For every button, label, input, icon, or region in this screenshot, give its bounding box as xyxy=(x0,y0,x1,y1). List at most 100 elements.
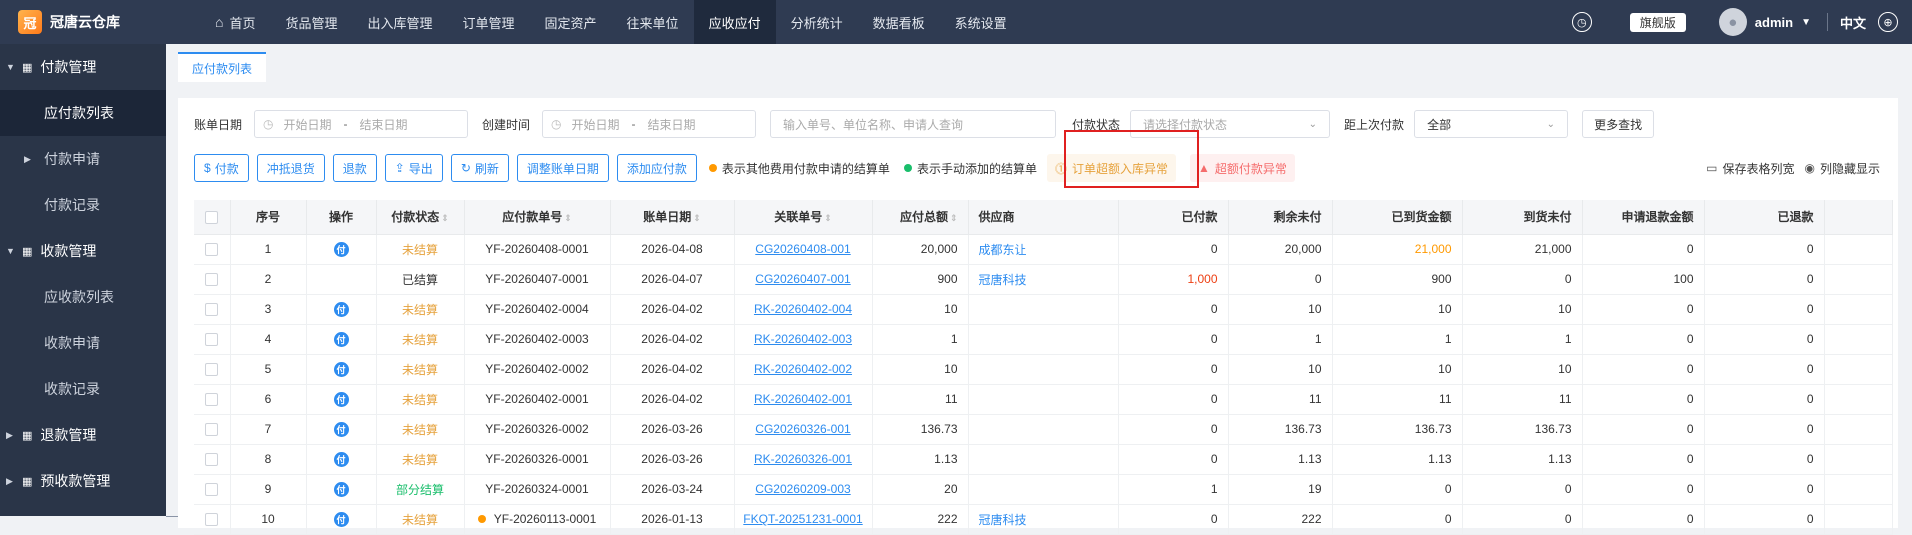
nav-analysis[interactable]: 分析统计 xyxy=(776,0,858,44)
nav-partners[interactable]: 往来单位 xyxy=(612,0,694,44)
pay-action-icon[interactable]: 付 xyxy=(333,451,349,467)
bill-date-range[interactable]: ◷ 开始日期 - 结束日期 xyxy=(254,110,469,138)
search-input[interactable]: 输入单号、单位名称、申请人查询 xyxy=(770,110,1057,138)
language-switch[interactable]: 中文 xyxy=(1840,13,1866,32)
app-logo[interactable]: 冠 冠唐云仓库 xyxy=(0,0,166,44)
table-row[interactable]: 1 付 未结算 YF-20260408-0001 2026-04-08 CG2026040… xyxy=(194,234,1893,265)
pay-action-icon[interactable]: 付 xyxy=(333,361,349,377)
add-payable-button[interactable]: 添加应付款 xyxy=(616,154,697,182)
row-checkbox[interactable] xyxy=(194,324,231,355)
refund-button[interactable]: 退款 xyxy=(332,154,377,182)
sidebar-item-receipt-apply[interactable]: 收款申请 xyxy=(0,320,166,366)
row-checkbox[interactable] xyxy=(194,234,231,265)
user-name[interactable]: admin xyxy=(1755,15,1793,30)
supplier-link[interactable]: 成都东让 xyxy=(979,243,1027,257)
pay-action-icon[interactable]: 付 xyxy=(333,481,349,497)
table-row[interactable]: 4 付 未结算 YF-20260402-0003 2026-04-02 RK-202604… xyxy=(194,324,1893,355)
related-order-text[interactable]: RK-20260402-001 xyxy=(754,392,852,406)
export-button[interactable]: ⇪ 导出 xyxy=(384,154,443,182)
nav-receivable-payable[interactable]: 应收应付 xyxy=(693,0,776,44)
more-search-button[interactable]: 更多查找 xyxy=(1582,110,1655,138)
column-header-sortable[interactable]: 账单日期 ⇕ xyxy=(610,200,735,235)
supplier-link[interactable]: 冠唐科技 xyxy=(979,513,1027,527)
pay-action-icon[interactable]: 付 xyxy=(333,241,349,257)
caret-down-icon[interactable]: ▼ xyxy=(1801,17,1811,28)
offset-return-button[interactable]: 冲抵退货 xyxy=(256,154,325,182)
nav-inout[interactable]: 出入库管理 xyxy=(353,0,448,44)
table-row[interactable]: 5 付 未结算 YF-20260402-0002 2026-04-02 RK-202604… xyxy=(194,354,1893,385)
last-pay-select[interactable]: 全部 ⌄ xyxy=(1414,110,1569,138)
table-row[interactable]: 6 付 未结算 YF-20260402-0001 2026-04-02 RK-202604… xyxy=(194,384,1893,415)
related-order-link[interactable]: RK-20260402-004 xyxy=(734,294,873,325)
row-checkbox[interactable] xyxy=(194,354,231,385)
related-order-text[interactable]: RK-20260326-001 xyxy=(754,452,852,466)
save-column-width-button[interactable]: 保存表格列宽 xyxy=(1722,160,1794,177)
nav-orders[interactable]: 订单管理 xyxy=(448,0,530,44)
related-order-link[interactable]: RK-20260402-003 xyxy=(734,324,873,355)
avatar[interactable]: ● xyxy=(1718,8,1747,36)
sidebar-item-payment-apply[interactable]: ▶ 付款申请 xyxy=(0,136,166,182)
over-pay-alert[interactable]: ▲ 超额付款异常 xyxy=(1189,154,1295,182)
nav-home[interactable]: ⌂ 首页 xyxy=(200,0,270,44)
related-order-link[interactable]: RK-20260326-001 xyxy=(734,444,873,475)
pay-action-icon[interactable]: 付 xyxy=(333,421,349,437)
related-order-text[interactable]: RK-20260402-002 xyxy=(754,362,852,376)
sidebar-item-receipt-record[interactable]: 收款记录 xyxy=(0,366,166,412)
related-order-link[interactable]: CG20260209-003 xyxy=(734,474,873,505)
pay-action-icon[interactable]: 付 xyxy=(333,301,349,317)
refresh-button[interactable]: ↻ 刷新 xyxy=(450,154,509,182)
sidebar-item-payable-list[interactable]: 应付款列表 xyxy=(0,90,166,136)
select-all-checkbox[interactable] xyxy=(194,200,231,235)
related-order-link[interactable]: RK-20260402-002 xyxy=(734,354,873,385)
related-order-link[interactable]: CG20260408-001 xyxy=(734,234,873,265)
sidebar-item-payment-record[interactable]: 付款记录 xyxy=(0,182,166,228)
tab-payable-list[interactable]: 应付款列表 xyxy=(178,52,267,82)
row-checkbox[interactable] xyxy=(194,414,231,445)
table-row[interactable]: 9 付 部分结算 YF-20260324-0001 2026-03-24 CG202602… xyxy=(194,474,1893,505)
column-header-sortable[interactable]: 付款状态 ⇕ xyxy=(376,200,465,235)
table-row[interactable]: 10 付 未结算 YF-20260113-0001 2026-01-13 FKQT-202… xyxy=(194,504,1893,535)
row-checkbox[interactable] xyxy=(194,264,231,295)
clock-icon[interactable]: ◷ xyxy=(1571,12,1592,32)
nav-settings[interactable]: 系统设置 xyxy=(940,0,1022,44)
pay-action-icon[interactable]: 付 xyxy=(333,511,349,527)
create-time-range[interactable]: ◷ 开始日期 - 结束日期 xyxy=(542,110,757,138)
globe-icon[interactable]: ⊕ xyxy=(1878,12,1898,32)
sidebar-item-receivable-list[interactable]: 应收款列表 xyxy=(0,274,166,320)
sidebar-group-payment[interactable]: ▼ ▦ 付款管理 xyxy=(0,44,166,90)
table-row[interactable]: 8 付 未结算 YF-20260326-0001 2026-03-26 RK-202603… xyxy=(194,444,1893,475)
table-row[interactable]: 2 已结算 YF-20260407-0001 2026-04-07 CG20260407… xyxy=(194,264,1893,295)
related-order-text[interactable]: CG20260407-001 xyxy=(755,272,850,286)
pay-action-icon[interactable]: 付 xyxy=(333,391,349,407)
related-order-text[interactable]: FKQT-20251231-0001 xyxy=(743,512,862,526)
row-checkbox[interactable] xyxy=(194,444,231,475)
related-order-text[interactable]: RK-20260402-003 xyxy=(754,332,852,346)
sidebar-group-prepayment[interactable]: ▶ ▦ 预收款管理 xyxy=(0,458,166,504)
supplier-link[interactable]: 冠唐科技 xyxy=(979,273,1027,287)
sidebar-group-receipt[interactable]: ▼ ▦ 收款管理 xyxy=(0,228,166,274)
column-header-sortable[interactable]: 应付总额 ⇕ xyxy=(872,200,969,235)
nav-assets[interactable]: 固定资产 xyxy=(530,0,612,44)
sidebar-group-refund[interactable]: ▶ ▦ 退款管理 xyxy=(0,412,166,458)
table-row[interactable]: 7 付 未结算 YF-20260326-0002 2026-03-26 CG2026032… xyxy=(194,414,1893,445)
row-checkbox[interactable] xyxy=(194,294,231,325)
related-order-link[interactable]: RK-20260402-001 xyxy=(734,384,873,415)
column-visibility-button[interactable]: 列隐藏显示 xyxy=(1820,160,1880,177)
pay-action-icon[interactable]: 付 xyxy=(333,331,349,347)
related-order-text[interactable]: CG20260408-001 xyxy=(755,242,850,256)
pay-button[interactable]: $ 付款 xyxy=(194,154,249,182)
related-order-text[interactable]: CG20260209-003 xyxy=(755,482,850,496)
related-order-link[interactable]: CG20260326-001 xyxy=(734,414,873,445)
column-header-sortable[interactable]: 应付款单号 ⇕ xyxy=(464,200,611,235)
adjust-date-button[interactable]: 调整账单日期 xyxy=(516,154,609,182)
nav-dashboard[interactable]: 数据看板 xyxy=(858,0,940,44)
column-header-sortable[interactable]: 关联单号 ⇕ xyxy=(734,200,873,235)
nav-goods[interactable]: 货品管理 xyxy=(270,0,352,44)
row-checkbox[interactable] xyxy=(194,474,231,505)
row-checkbox[interactable] xyxy=(194,504,231,535)
related-order-link[interactable]: FKQT-20251231-0001 xyxy=(734,504,873,535)
row-checkbox[interactable] xyxy=(194,384,231,415)
related-order-text[interactable]: CG20260326-001 xyxy=(755,422,850,436)
table-row[interactable]: 3 付 未结算 YF-20260402-0004 2026-04-02 RK-202604… xyxy=(194,294,1893,325)
related-order-text[interactable]: RK-20260402-004 xyxy=(754,302,852,316)
